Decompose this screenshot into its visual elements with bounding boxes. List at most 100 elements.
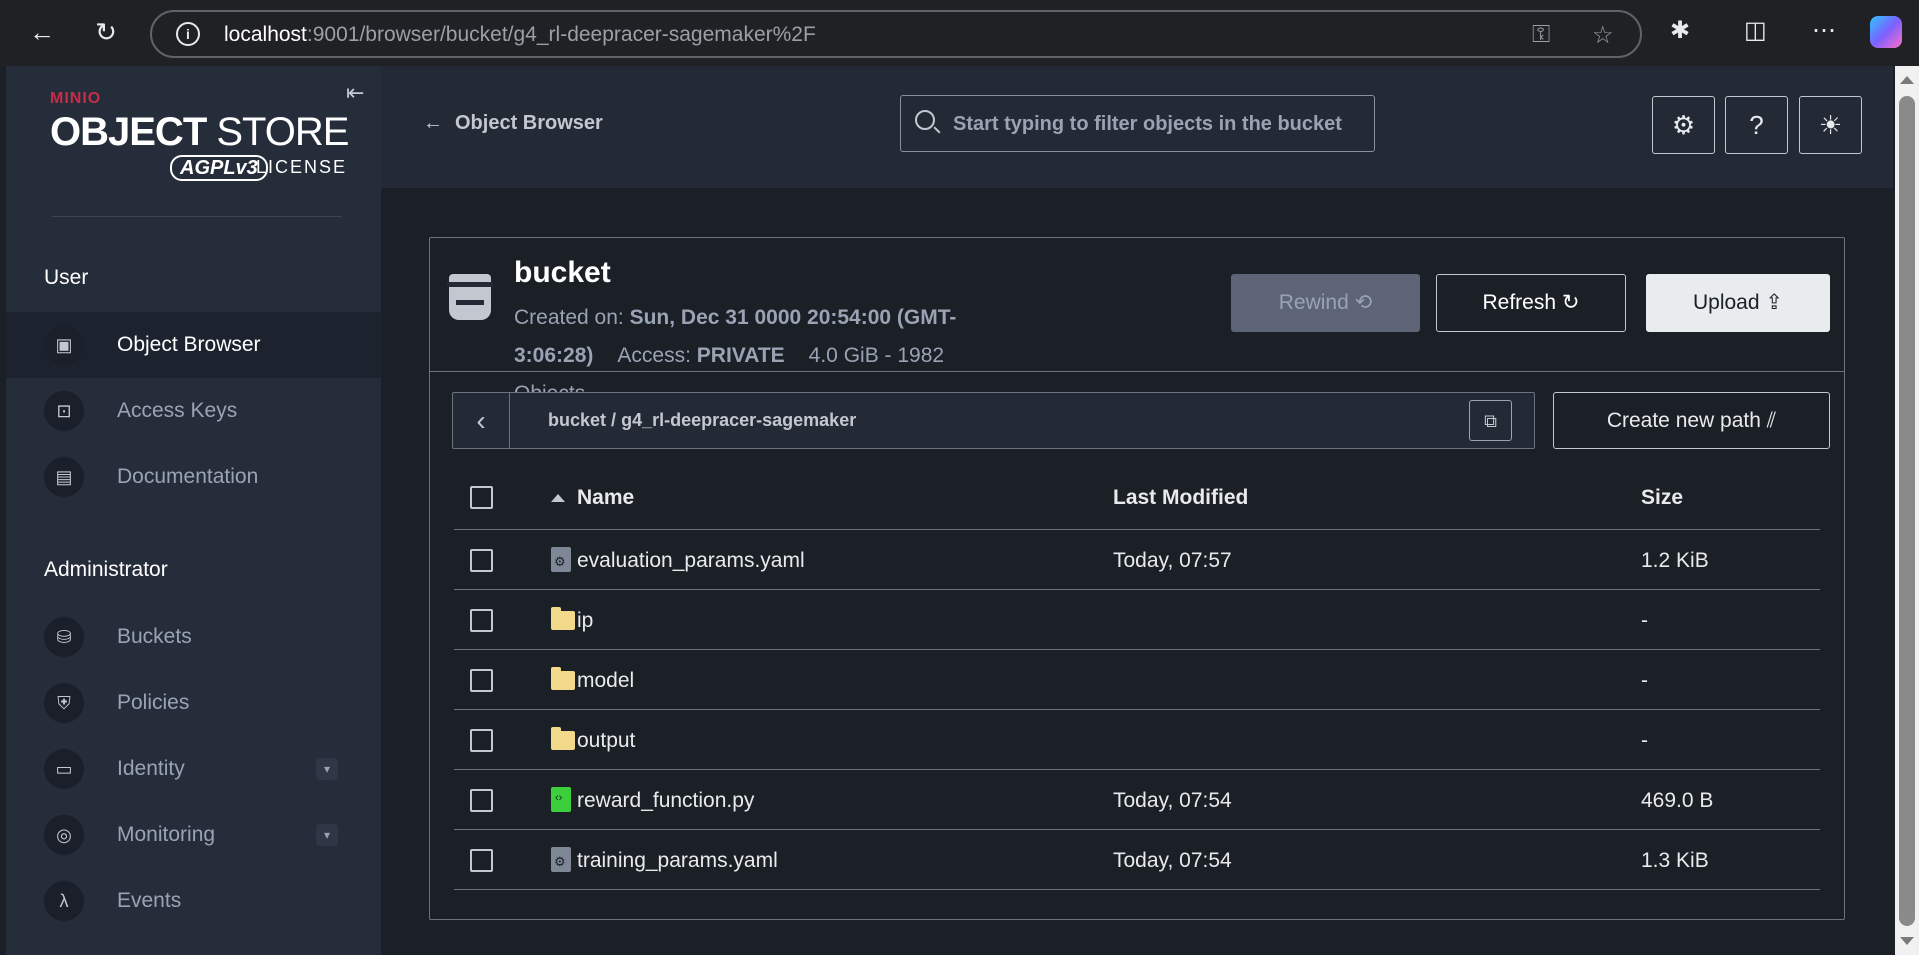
more-menu-icon[interactable]: ⋯	[1812, 16, 1836, 45]
chevron-left-icon[interactable]: ‹	[453, 393, 510, 448]
documentation-icon: ▤	[44, 457, 84, 497]
chevron-down-icon[interactable]: ▾	[316, 758, 338, 780]
object-size: -	[1641, 609, 1648, 632]
minio-logo: MINIO	[50, 90, 102, 107]
column-header-name[interactable]: Name	[577, 486, 634, 510]
divider	[52, 216, 342, 217]
page-scrollbar[interactable]	[1895, 66, 1919, 955]
sidebar-item-identity[interactable]: ▭ Identity ▾	[6, 736, 381, 802]
chevron-down-icon[interactable]: ▾	[316, 824, 338, 846]
object-browser-icon: ▣	[44, 325, 84, 365]
key-icon[interactable]: ⚿	[1532, 21, 1550, 49]
sidebar-item-documentation[interactable]: ▤ Documentation	[6, 444, 381, 510]
refresh-button[interactable]: Refresh ↻	[1436, 274, 1626, 332]
object-size: -	[1641, 669, 1648, 692]
back-to-object-browser[interactable]: ← Object Browser	[423, 112, 603, 135]
url-text: localhost:9001/browser/bucket/g4_rl-deep…	[224, 23, 816, 46]
object-modified: Today, 07:54	[1113, 789, 1232, 812]
object-filter-search[interactable]	[900, 95, 1375, 152]
table-header: Name Last Modified Size	[454, 464, 1820, 530]
monitoring-icon: ◎	[44, 815, 84, 855]
theme-toggle-button[interactable]: ☀	[1799, 96, 1862, 154]
select-all-checkbox[interactable]	[470, 486, 493, 509]
column-header-last-modified[interactable]: Last Modified	[1113, 486, 1248, 510]
buckets-icon: ⛁	[44, 617, 84, 657]
sidebar-item-policies[interactable]: ⛨ Policies	[6, 670, 381, 736]
reload-icon[interactable]: ↻	[88, 14, 124, 50]
breadcrumb-folder[interactable]: g4_rl-deepracer-sagemaker	[621, 410, 856, 430]
row-checkbox[interactable]	[470, 729, 493, 752]
table-row[interactable]: model -	[454, 650, 1820, 710]
sidebar-item-object-browser[interactable]: ▣ Object Browser	[6, 312, 381, 378]
copy-icon: ⧉	[1484, 411, 1497, 431]
new-path-icon: ⫽	[1766, 409, 1777, 432]
folder-icon	[551, 727, 575, 750]
scroll-up-icon[interactable]	[1900, 76, 1914, 84]
help-icon: ?	[1749, 110, 1764, 140]
scrollbar-thumb[interactable]	[1899, 96, 1915, 926]
back-arrow-icon[interactable]: ←	[24, 14, 60, 50]
row-checkbox[interactable]	[470, 789, 493, 812]
yaml-file-icon	[551, 847, 571, 872]
site-info-icon[interactable]: i	[176, 22, 200, 46]
extensions-icon[interactable]: ✱	[1670, 16, 1690, 45]
license-label: LICENSE	[256, 157, 348, 177]
table-row[interactable]: reward_function.py Today, 07:54 469.0 B	[454, 770, 1820, 830]
table-row[interactable]: ip -	[454, 590, 1820, 650]
row-checkbox[interactable]	[470, 669, 493, 692]
favorite-star-icon[interactable]: ☆	[1592, 21, 1614, 50]
access-keys-icon: ⊡	[44, 391, 84, 431]
create-new-path-button[interactable]: Create new path ⫽	[1553, 392, 1830, 449]
split-screen-icon[interactable]: ◫	[1744, 16, 1767, 45]
help-button[interactable]: ?	[1725, 96, 1788, 154]
object-modified: Today, 07:54	[1113, 849, 1232, 872]
bucket-icon	[447, 274, 493, 320]
collapse-sidebar-icon[interactable]: ⇤	[346, 80, 364, 106]
sun-icon: ☀	[1818, 110, 1843, 140]
scroll-down-icon[interactable]	[1900, 937, 1914, 945]
row-checkbox[interactable]	[470, 609, 493, 632]
table-row[interactable]: evaluation_params.yaml Today, 07:57 1.2 …	[454, 530, 1820, 590]
sidebar-item-buckets[interactable]: ⛁ Buckets	[6, 604, 381, 670]
page-title: Object Browser	[455, 112, 603, 134]
product-name: OBJECT STORE	[50, 110, 349, 154]
bucket-summary: bucket Created on: Sun, Dec 31 0000 20:5…	[430, 238, 1844, 405]
breadcrumb: ‹ bucket / g4_rl-deepracer-sagemaker ⧉	[452, 392, 1535, 449]
history-icon: ⟲	[1354, 291, 1373, 314]
sidebar-item-access-keys[interactable]: ⊡ Access Keys	[6, 378, 381, 444]
object-size: 1.3 KiB	[1641, 849, 1709, 872]
object-size: -	[1641, 729, 1648, 752]
breadcrumb-root[interactable]: bucket	[548, 410, 606, 430]
table-row[interactable]: training_params.yaml Today, 07:54 1.3 Ki…	[454, 830, 1820, 890]
sidebar-item-events[interactable]: λ Events	[6, 868, 381, 934]
search-input[interactable]	[953, 110, 1363, 138]
upload-button[interactable]: Upload ⇪	[1646, 274, 1830, 332]
table-row[interactable]: output -	[454, 710, 1820, 770]
browser-toolbar: ← ↻ i localhost:9001/browser/bucket/g4_r…	[0, 0, 1919, 66]
rewind-button[interactable]: Rewind ⟲	[1231, 274, 1420, 332]
row-checkbox[interactable]	[470, 849, 493, 872]
bucket-name: bucket	[514, 256, 611, 289]
admin-section-header: Administrator	[44, 558, 168, 581]
copy-path-button[interactable]: ⧉	[1469, 400, 1512, 441]
gear-icon: ⚙	[1671, 110, 1696, 140]
page-header: ←Object Browser ⚙ ? ☀	[381, 66, 1893, 188]
column-header-size[interactable]: Size	[1641, 486, 1683, 510]
sidebar-item-monitoring[interactable]: ◎ Monitoring ▾	[6, 802, 381, 868]
address-bar[interactable]: i localhost:9001/browser/bucket/g4_rl-de…	[150, 10, 1642, 58]
agpl-badge: AGPLv3	[170, 155, 268, 181]
sidebar-item-label: Documentation	[117, 465, 259, 488]
sidebar-item-label: Access Keys	[117, 399, 238, 422]
bucket-panel: bucket Created on: Sun, Dec 31 0000 20:5…	[429, 237, 1845, 920]
object-size: 1.2 KiB	[1641, 549, 1709, 572]
settings-button[interactable]: ⚙	[1652, 96, 1715, 154]
folder-icon	[551, 607, 575, 630]
upload-icon: ⇪	[1765, 291, 1783, 314]
object-name: model	[577, 669, 635, 692]
access-label: Access:	[617, 344, 691, 367]
copilot-icon[interactable]	[1870, 16, 1902, 48]
sort-ascending-icon[interactable]	[551, 494, 565, 502]
python-file-icon	[551, 787, 571, 812]
row-checkbox[interactable]	[470, 549, 493, 572]
object-modified: Today, 07:57	[1113, 549, 1232, 572]
